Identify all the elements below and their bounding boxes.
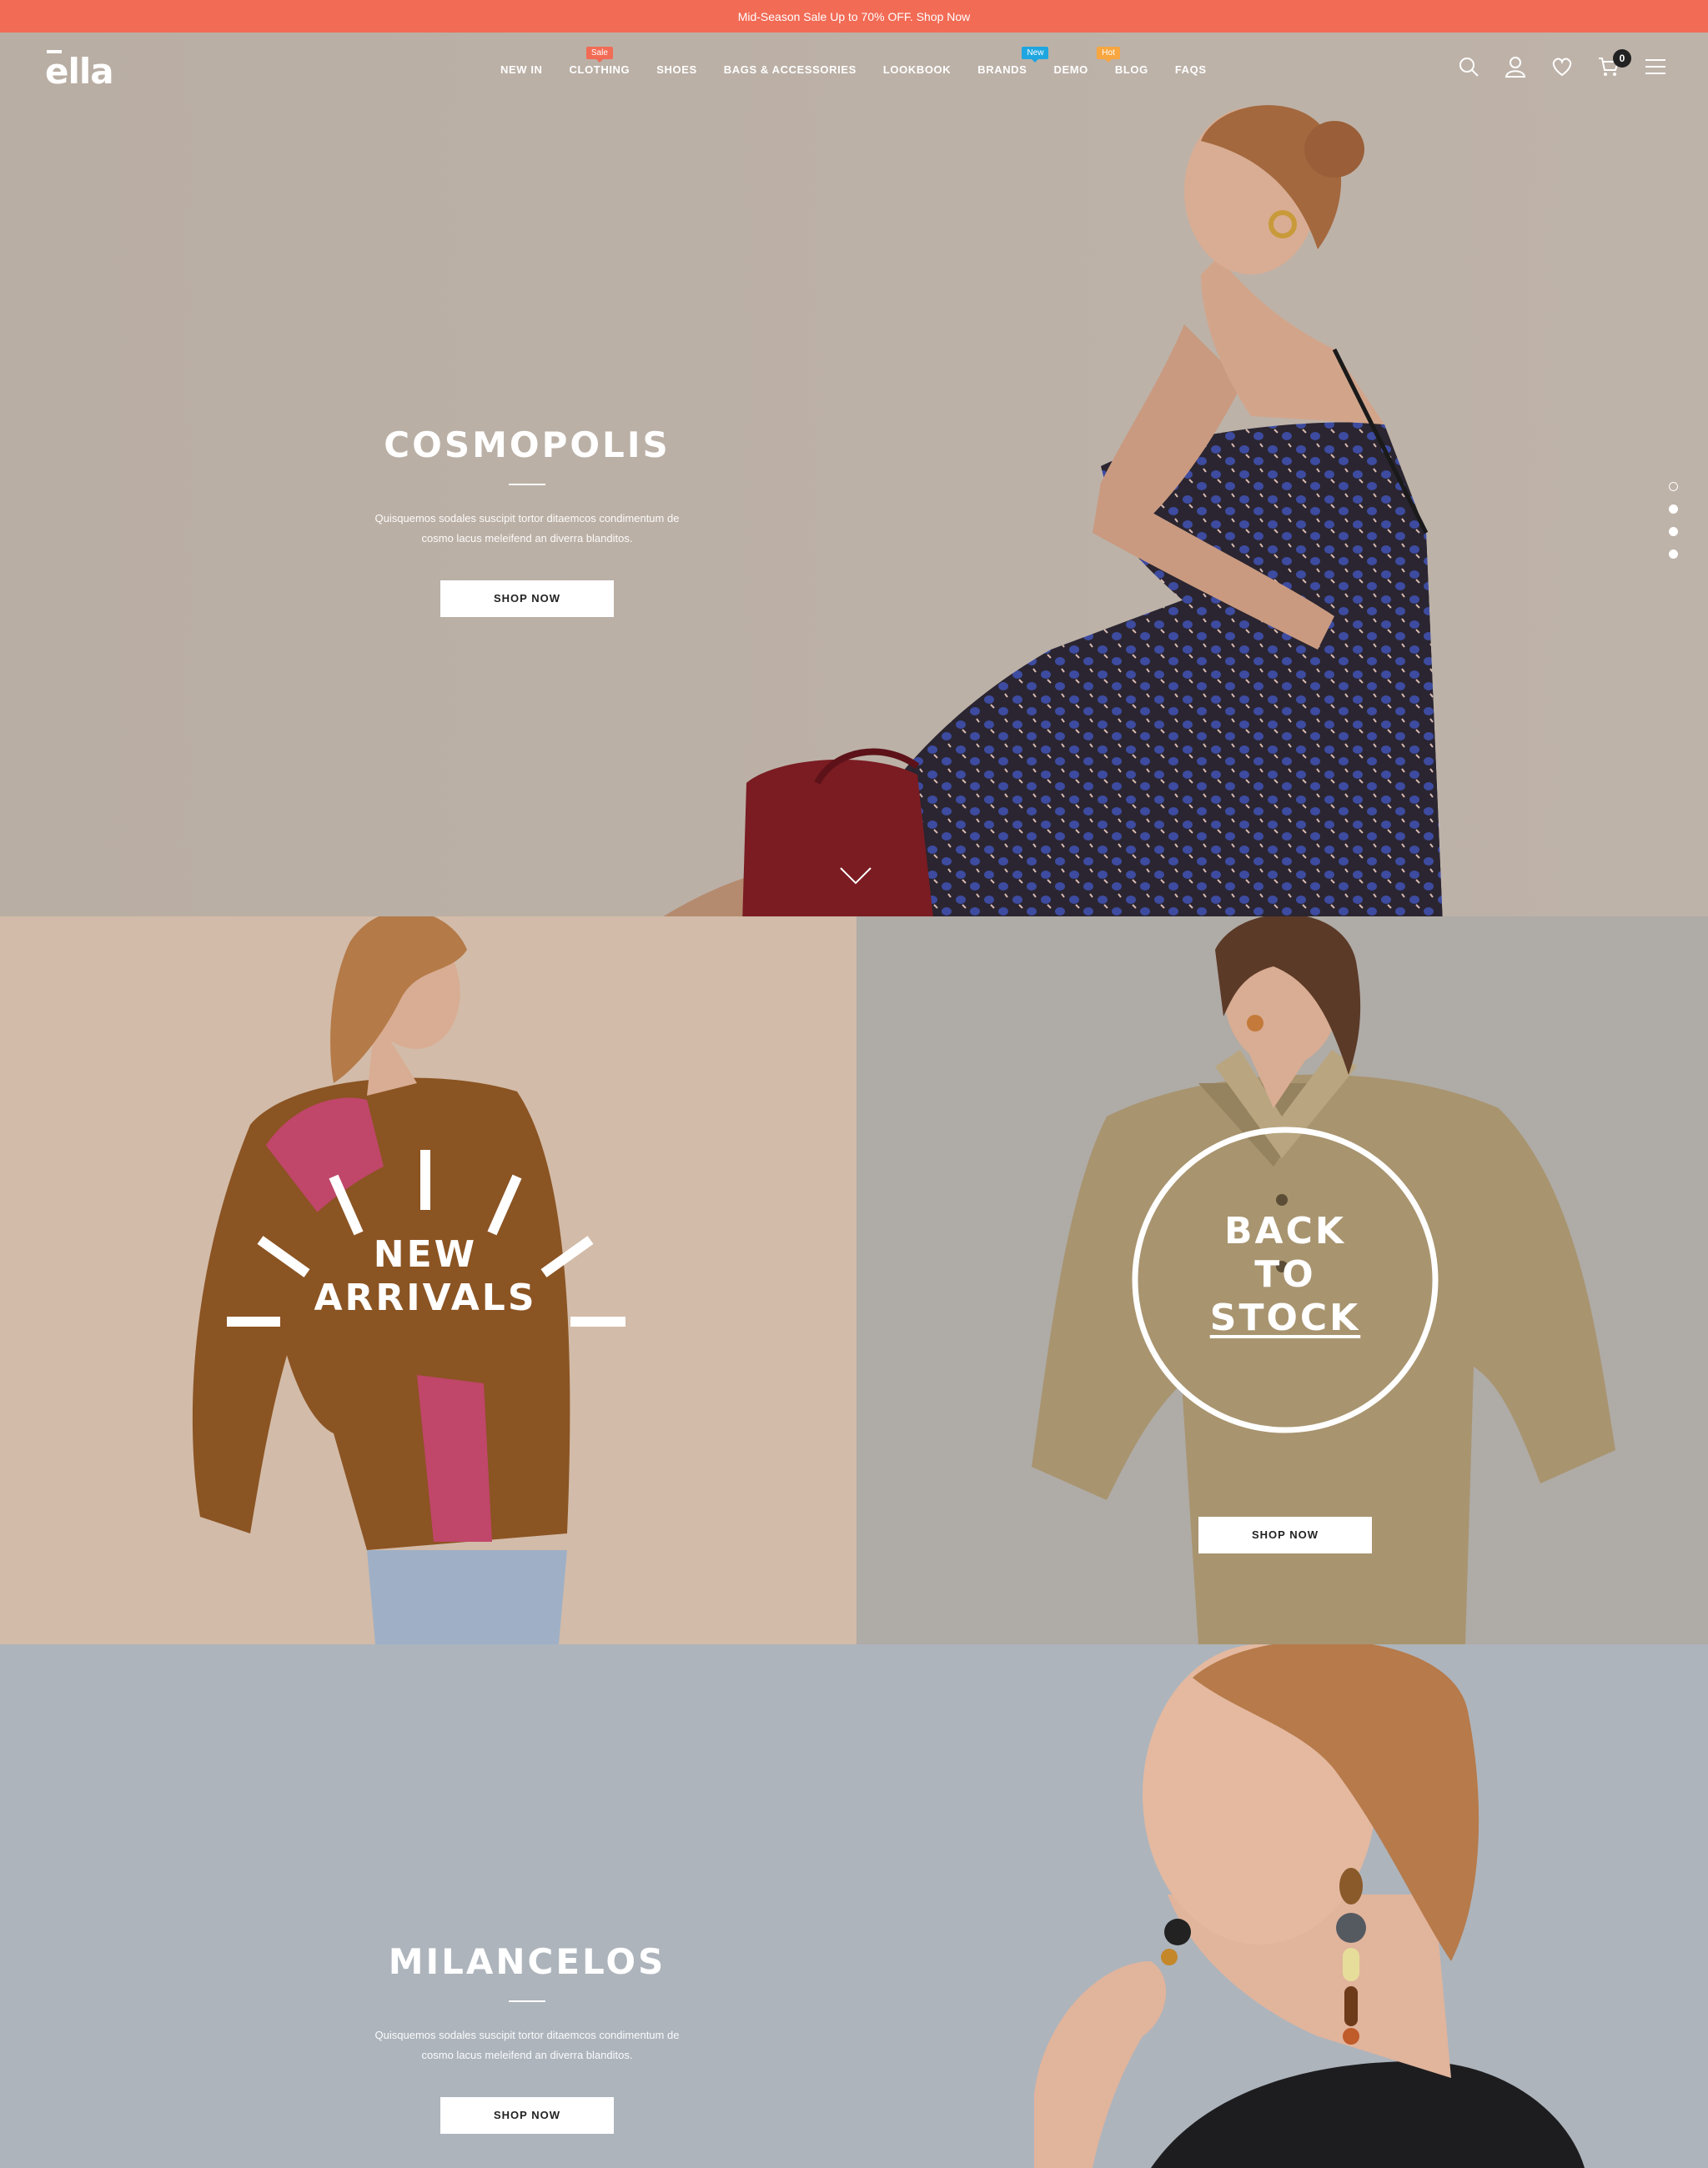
- hot-badge: Hot: [1097, 47, 1120, 59]
- sale-badge: Sale: [585, 47, 613, 59]
- search-icon[interactable]: [1458, 56, 1479, 78]
- back-to-stock-heading: BACK TO STOCK: [1177, 1210, 1394, 1340]
- nav-item-lookbook[interactable]: LOOKBOOK: [883, 63, 951, 76]
- nav-label: FAQS: [1174, 63, 1207, 76]
- back-to-stock-line3: STOCK: [1209, 1297, 1361, 1339]
- nav-item-clothing[interactable]: Sale CLOTHING: [569, 47, 630, 76]
- account-icon[interactable]: [1505, 56, 1526, 78]
- header-icons: 0: [1458, 49, 1666, 78]
- back-to-stock-line1: BACK: [1224, 1210, 1346, 1252]
- nav-label: LOOKBOOK: [882, 63, 952, 76]
- hero3-description: Quisquemos sodales suscipit tortor ditae…: [344, 2025, 711, 2065]
- slider-dot-2[interactable]: [1669, 504, 1678, 514]
- milancelos-model-image: [1034, 1644, 1585, 2168]
- new-arrivals-heading: NEW ARRIVALS: [292, 1233, 559, 1320]
- slider-dot-4[interactable]: [1669, 550, 1678, 559]
- nav-item-shoes[interactable]: SHOES: [656, 63, 697, 76]
- slider-dot-3[interactable]: [1669, 527, 1678, 536]
- hero1-desc-line1: Quisquemos sodales suscipit tortor ditae…: [374, 512, 680, 524]
- nav-label: BAGS & ACCESSORIES: [723, 63, 857, 76]
- nav-label: DEMO: [1053, 63, 1088, 76]
- nav-label: NEW IN: [500, 63, 543, 76]
- nav-item-blog[interactable]: BLOG: [1115, 63, 1148, 76]
- slider-dot-1[interactable]: [1669, 482, 1678, 491]
- hero3-title: MILANCELOS: [388, 1941, 666, 1982]
- hero1-desc-line2: cosmo lacus meleifend an diverra blandit…: [421, 532, 633, 545]
- scroll-down-chevron-icon[interactable]: [839, 866, 872, 886]
- back-to-stock-shop-now-button[interactable]: SHOP NOW: [1198, 1517, 1372, 1553]
- back-to-stock-line2: TO: [1254, 1253, 1316, 1296]
- hero-slide-cosmopolis: COSMOPOLIS Quisquemos sodales suscipit t…: [0, 33, 1708, 916]
- hero1-divider: [509, 484, 545, 485]
- cart-count-badge: 0: [1613, 49, 1631, 68]
- hero-slide-milancelos: MILANCELOS Quisquemos sodales suscipit t…: [0, 1644, 1708, 2168]
- nav-item-bags-accessories[interactable]: BAGS & ACCESSORIES: [724, 63, 857, 76]
- hero1-description: Quisquemos sodales suscipit tortor ditae…: [344, 509, 711, 549]
- menu-icon[interactable]: [1645, 56, 1666, 78]
- cart-button[interactable]: 0: [1598, 49, 1631, 78]
- announcement-bar[interactable]: Mid-Season Sale Up to 70% OFF. Shop Now: [0, 0, 1708, 33]
- hero3-desc-line1: Quisquemos sodales suscipit tortor ditae…: [374, 2029, 680, 2041]
- new-arrivals-line2: ARRIVALS: [314, 1277, 537, 1319]
- hero-model-image: [663, 105, 1443, 916]
- nav-label: BLOG: [1114, 63, 1148, 76]
- logo[interactable]: ella: [45, 51, 114, 92]
- nav-item-brands[interactable]: New BRANDS: [977, 47, 1049, 76]
- hero1-shop-now-button[interactable]: SHOP NOW: [440, 580, 614, 617]
- banner-new-arrivals[interactable]: NEW ARRIVALS: [0, 916, 857, 1644]
- nav-label: SHOES: [656, 63, 697, 76]
- main-nav: NEW IN Sale CLOTHING SHOES BAGS & ACCESSO…: [500, 47, 1233, 76]
- nav-label: CLOTHING: [569, 63, 630, 76]
- nav-item-new-in[interactable]: NEW IN: [500, 63, 543, 76]
- new-badge: New: [1022, 47, 1049, 59]
- hero1-title: COSMOPOLIS: [384, 424, 671, 465]
- hero1-text-block: COSMOPOLIS Quisquemos sodales suscipit t…: [344, 424, 711, 617]
- wishlist-heart-icon[interactable]: [1551, 56, 1573, 78]
- site-header: ella NEW IN Sale CLOTHING SHOES BAGS & AC…: [0, 33, 1708, 109]
- hero3-shop-now-button[interactable]: SHOP NOW: [440, 2097, 614, 2134]
- nav-item-demo[interactable]: Hot DEMO: [1053, 47, 1120, 76]
- nav-item-faqs[interactable]: FAQS: [1175, 63, 1207, 76]
- hero3-text-block: MILANCELOS Quisquemos sodales suscipit t…: [344, 1941, 711, 2134]
- announcement-text[interactable]: Mid-Season Sale Up to 70% OFF. Shop Now: [738, 10, 971, 23]
- hero3-divider: [509, 2000, 545, 2002]
- slider-dots: [1669, 482, 1678, 559]
- hero3-desc-line2: cosmo lacus meleifend an diverra blandit…: [421, 2049, 633, 2061]
- banner-back-to-stock[interactable]: BACK TO STOCK SHOP NOW: [857, 916, 1708, 1644]
- new-arrivals-line1: NEW: [373, 1233, 478, 1276]
- nav-label: BRANDS: [977, 63, 1027, 76]
